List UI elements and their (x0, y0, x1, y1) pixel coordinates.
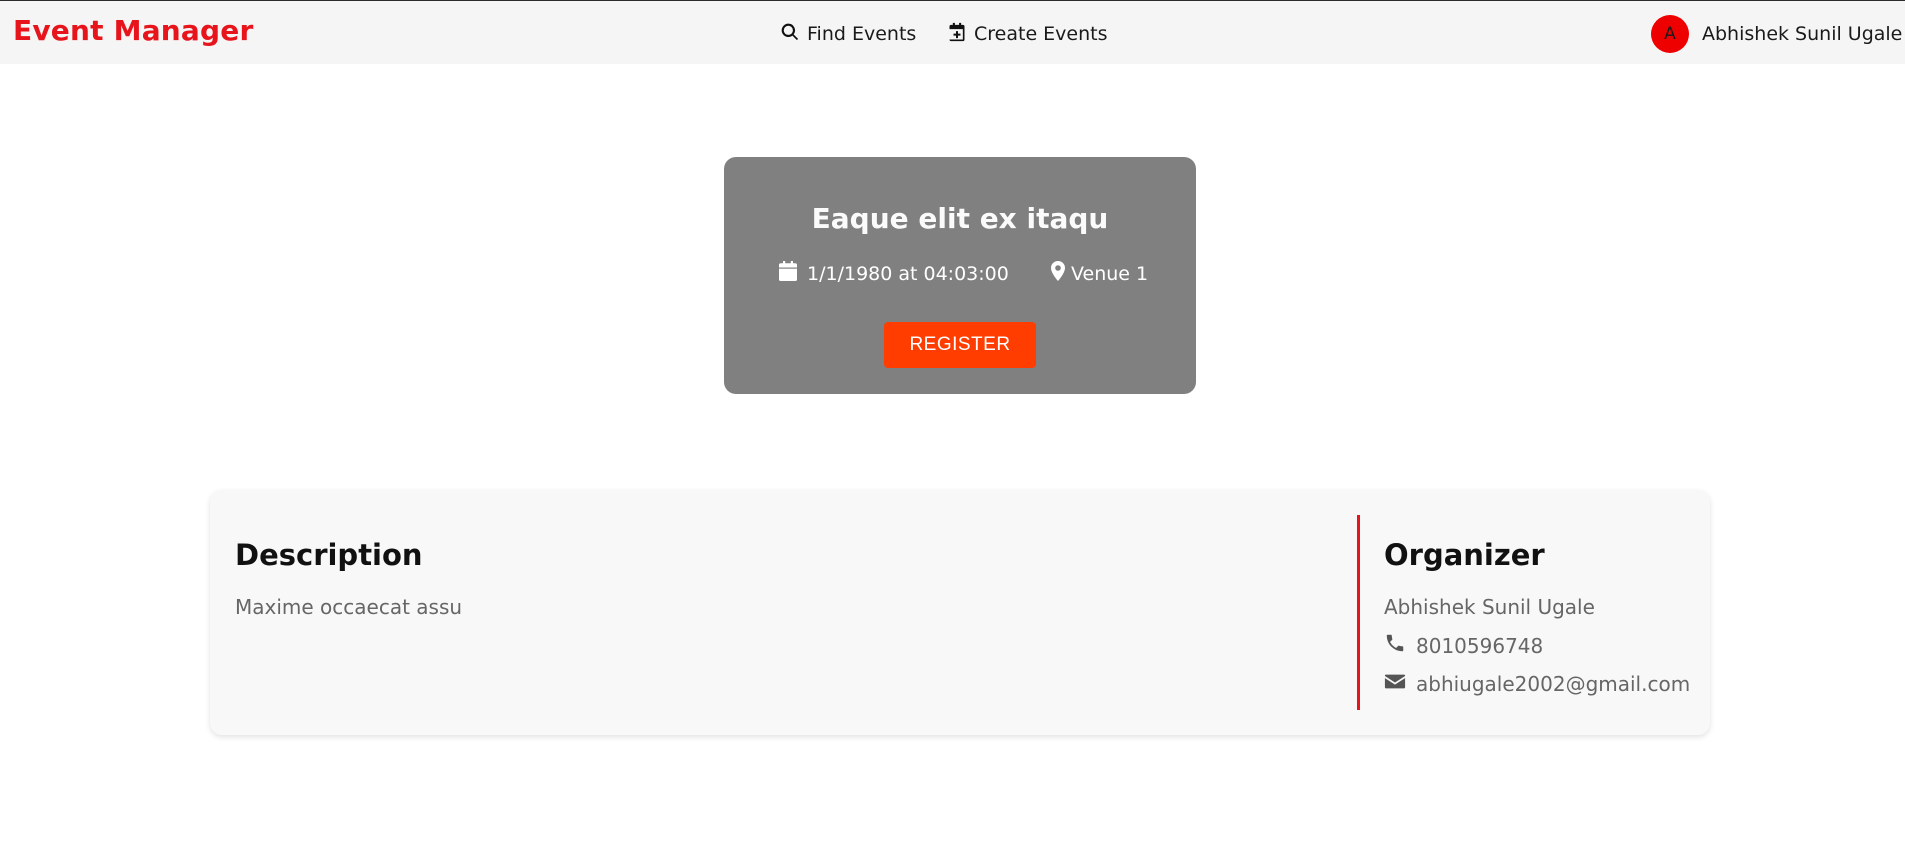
location-pin-icon (1051, 261, 1065, 286)
event-venue-text: Venue 1 (1071, 262, 1149, 285)
user-menu[interactable]: A Abhishek Sunil Ugale (1651, 15, 1905, 53)
organizer-email-text: abhiugale2002@gmail.com (1416, 671, 1691, 696)
calendar-icon (779, 261, 797, 286)
event-date-text: 1/1/1980 at 04:03:00 (807, 262, 1009, 285)
nav-create-events[interactable]: Create Events (947, 21, 1108, 47)
navbar: Event Manager Find Events Create Events … (0, 1, 1905, 64)
register-button[interactable]: REGISTER (884, 322, 1036, 368)
nav-find-events[interactable]: Find Events (780, 21, 916, 47)
nav-find-events-label: Find Events (807, 23, 917, 45)
nav-create-events-label: Create Events (974, 23, 1108, 45)
organizer-heading: Organizer (1384, 538, 1545, 572)
event-details-panel: Description Maxime occaecat assu Organiz… (210, 490, 1710, 735)
section-divider (1357, 515, 1360, 710)
search-icon (780, 22, 800, 47)
organizer-email: abhiugale2002@gmail.com (1384, 670, 1690, 697)
event-title: Eaque elit ex itaqu (811, 202, 1109, 235)
description-heading: Description (235, 538, 423, 572)
avatar[interactable]: A (1651, 15, 1689, 53)
event-venue: Venue 1 (1051, 261, 1148, 286)
phone-icon (1384, 632, 1406, 659)
calendar-plus-icon (947, 22, 967, 47)
description-text: Maxime occaecat assu (235, 595, 463, 619)
envelope-icon (1384, 670, 1406, 697)
event-card: Eaque elit ex itaqu 1/1/1980 at 04:03:00… (724, 157, 1196, 394)
user-name[interactable]: Abhishek Sunil Ugale (1702, 23, 1902, 45)
organizer-phone: 8010596748 (1384, 632, 1543, 659)
brand-logo[interactable]: Event Manager (13, 14, 253, 47)
organizer-phone-text: 8010596748 (1416, 633, 1544, 658)
organizer-name: Abhishek Sunil Ugale (1384, 595, 1595, 619)
event-date: 1/1/1980 at 04:03:00 (779, 261, 1009, 286)
